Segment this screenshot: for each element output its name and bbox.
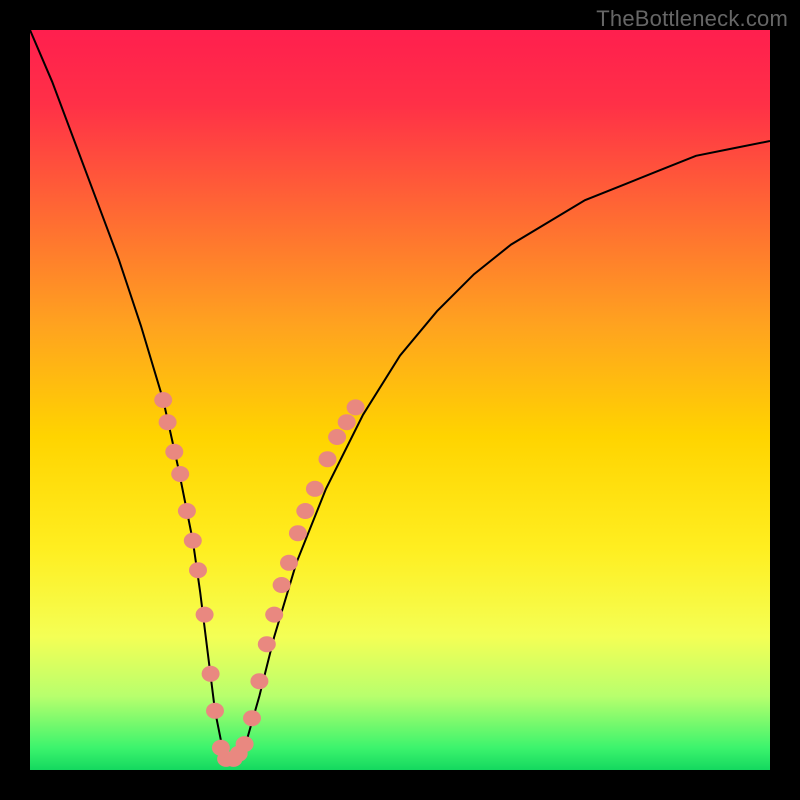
watermark-text: TheBottleneck.com xyxy=(596,6,788,32)
data-marker xyxy=(306,481,324,497)
data-marker xyxy=(265,607,283,623)
data-marker xyxy=(154,392,172,408)
data-marker xyxy=(273,577,291,593)
data-marker xyxy=(280,555,298,571)
data-marker xyxy=(296,503,314,519)
data-marker xyxy=(338,414,356,430)
data-marker xyxy=(184,533,202,549)
data-marker xyxy=(171,466,189,482)
curve-layer xyxy=(30,30,770,770)
data-marker xyxy=(159,414,177,430)
data-marker xyxy=(189,562,207,578)
data-marker xyxy=(289,525,307,541)
data-marker xyxy=(328,429,346,445)
plot-area xyxy=(30,30,770,770)
chart-frame: TheBottleneck.com xyxy=(0,0,800,800)
data-marker xyxy=(206,703,224,719)
data-marker xyxy=(258,636,276,652)
data-marker xyxy=(250,673,268,689)
data-marker xyxy=(347,399,365,415)
data-marker xyxy=(202,666,220,682)
data-marker xyxy=(243,710,261,726)
data-marker xyxy=(196,607,214,623)
data-marker xyxy=(236,736,254,752)
data-marker xyxy=(319,451,337,467)
bottleneck-curve xyxy=(30,30,770,763)
data-marker xyxy=(165,444,183,460)
data-marker xyxy=(178,503,196,519)
marker-group xyxy=(154,392,364,767)
